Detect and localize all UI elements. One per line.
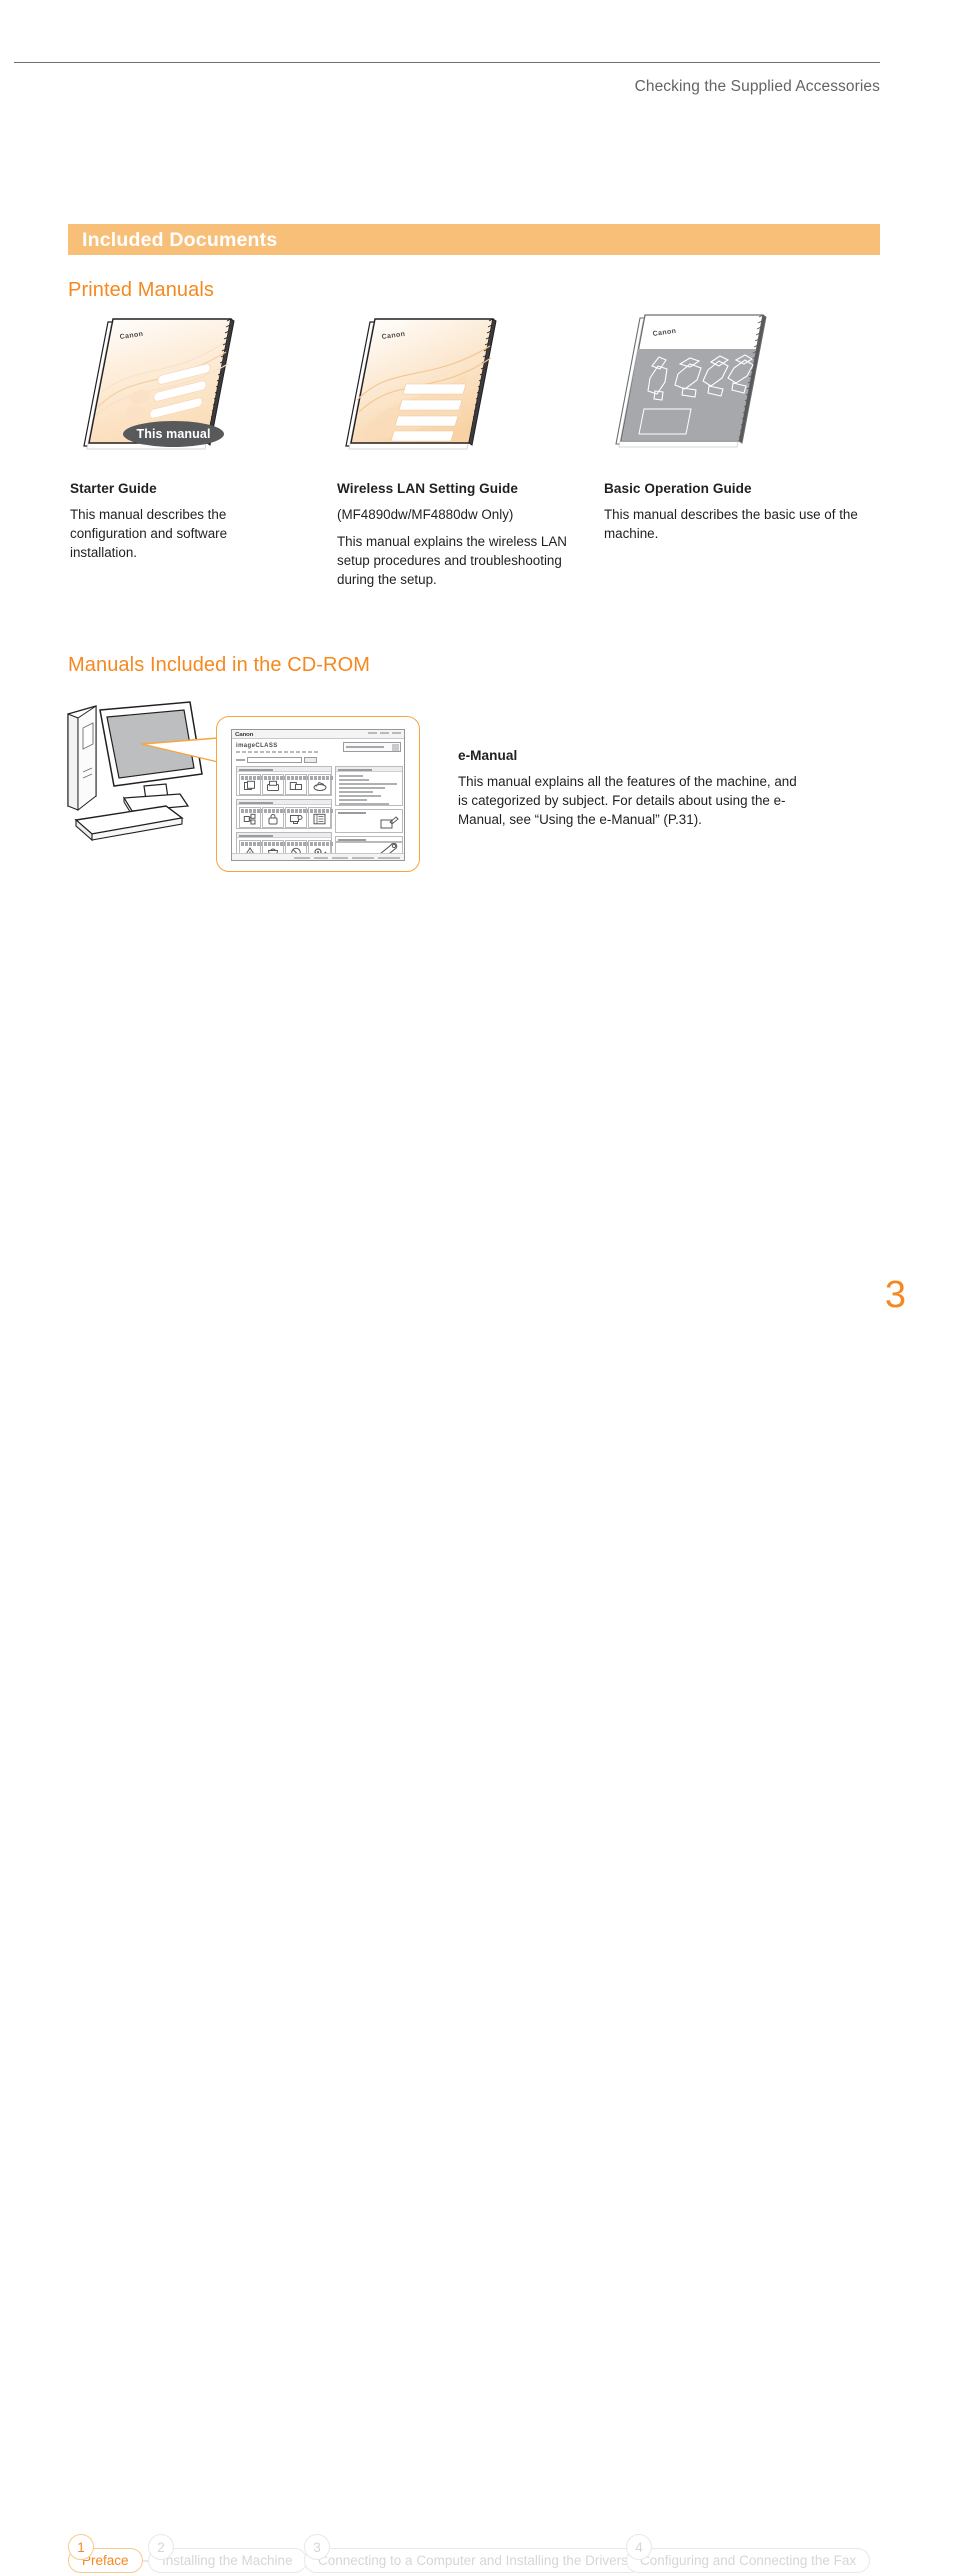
caption-subtitle: (MF4890dw/MF4880dw Only)	[337, 507, 514, 522]
tile-network-settings[interactable]	[239, 807, 265, 828]
tile-group-settings	[236, 799, 334, 829]
group-heading	[237, 833, 331, 838]
screenshot-topbar: Canon	[232, 730, 404, 739]
imageclass-brand: imageCLASS	[236, 743, 278, 749]
caption-title: Basic Operation Guide	[604, 481, 752, 496]
footer-link[interactable]	[352, 856, 374, 859]
caption-body: This manual explains the wireless LAN se…	[337, 534, 567, 588]
cdrom-manuals-heading: Manuals Included in the CD-ROM	[68, 654, 371, 676]
tile-using-machine-from-computer[interactable]	[285, 807, 311, 828]
link-item[interactable]	[339, 783, 397, 785]
page-header: Checking the Supplied Accessories	[0, 0, 954, 120]
emanual-top-page-screenshot: Canon imageCLASS	[231, 729, 405, 861]
search-label	[236, 759, 245, 761]
tile-fax[interactable]	[262, 774, 288, 795]
side-box-heading	[338, 811, 366, 814]
emanual-screenshot-panel: Canon imageCLASS	[216, 716, 420, 872]
side-box-troubleshooting[interactable]	[335, 809, 403, 833]
brand-subtitle	[236, 751, 318, 753]
dropdown-button-icon	[392, 744, 399, 751]
caption-title: Wireless LAN Setting Guide	[337, 481, 518, 496]
tile-group-basic-functions	[236, 766, 334, 796]
caption-title: e-Manual	[458, 748, 518, 763]
topbar-link	[380, 732, 389, 734]
caption-wireless-lan-setting-guide: Wireless LAN Setting Guide (MF4890dw/MF4…	[337, 481, 582, 589]
caption-body: This manual describes the basic use of t…	[604, 507, 858, 542]
tile-security[interactable]	[262, 807, 288, 828]
page-number: 3	[884, 1274, 906, 1316]
this-manual-badge-label: This manual	[136, 427, 211, 441]
tile-scan[interactable]	[308, 774, 334, 795]
search-button[interactable]	[304, 757, 317, 763]
dropdown-value	[346, 746, 384, 748]
links-group-troubleshooting-maintenance	[335, 766, 403, 806]
nav-step-4-label[interactable]: Configuring and Connecting the Fax	[626, 2548, 871, 2573]
search-input[interactable]	[247, 757, 302, 763]
section-title: Included Documents	[82, 229, 278, 251]
caption-title: Starter Guide	[70, 481, 157, 496]
nav-step-1-number: 1	[68, 2534, 94, 2560]
search-row	[236, 757, 320, 763]
nav-step-4-number: 4	[626, 2534, 652, 2560]
footer-link[interactable]	[294, 856, 310, 859]
booklet-illustration-basic-operation-guide: Canon	[608, 306, 798, 456]
printed-manuals-heading: Printed Manuals	[68, 279, 215, 301]
nav-step-3-number: 3	[304, 2534, 330, 2560]
section-title-bar: Included Documents	[68, 224, 880, 255]
topbar-links	[368, 732, 401, 734]
header-divider	[14, 62, 880, 63]
topbar-link	[368, 732, 377, 734]
group-heading	[336, 767, 402, 772]
tile-copy[interactable]	[239, 774, 265, 795]
link-item[interactable]	[339, 803, 389, 805]
footer-link[interactable]	[332, 856, 348, 859]
canon-logo: Canon	[235, 731, 254, 738]
caption-emanual: e-Manual This manual explains all the fe…	[458, 748, 803, 829]
running-head-title: Checking the Supplied Accessories	[634, 78, 880, 95]
booklet-illustration-wireless-lan-setting-guide: Canon	[340, 312, 530, 462]
nav-step-3-label[interactable]: Connecting to a Computer and Installing …	[304, 2548, 642, 2573]
caption-body: This manual explains all the features of…	[458, 774, 797, 828]
footer-step-navigation: 1 Preface 2 Installing the Machine 3 Con…	[0, 1262, 954, 2573]
link-item[interactable]	[339, 799, 367, 801]
link-item[interactable]	[339, 787, 385, 789]
topbar-link	[392, 732, 401, 734]
group-heading	[237, 767, 331, 772]
link-item[interactable]	[339, 775, 363, 777]
caption-basic-operation-guide: Basic Operation Guide This manual descri…	[604, 481, 874, 543]
this-manual-badge: This manual	[123, 421, 224, 447]
manual-selector-dropdown[interactable]	[343, 742, 401, 752]
footer-link[interactable]	[378, 856, 400, 859]
tile-print[interactable]	[285, 774, 311, 795]
nav-step-2-number: 2	[148, 2534, 174, 2560]
tile-setting-menu-list[interactable]	[308, 807, 334, 828]
caption-starter-guide: Starter Guide This manual describes the …	[70, 481, 285, 562]
footer-link[interactable]	[314, 856, 328, 859]
screenshot-footer	[232, 853, 404, 860]
link-item[interactable]	[339, 791, 373, 793]
spacer	[335, 841, 403, 843]
link-item[interactable]	[339, 779, 369, 781]
troubleshooting-icon	[380, 816, 399, 829]
group-heading	[237, 800, 331, 805]
link-item[interactable]	[339, 795, 381, 797]
caption-body: This manual describes the configuration …	[70, 507, 228, 561]
